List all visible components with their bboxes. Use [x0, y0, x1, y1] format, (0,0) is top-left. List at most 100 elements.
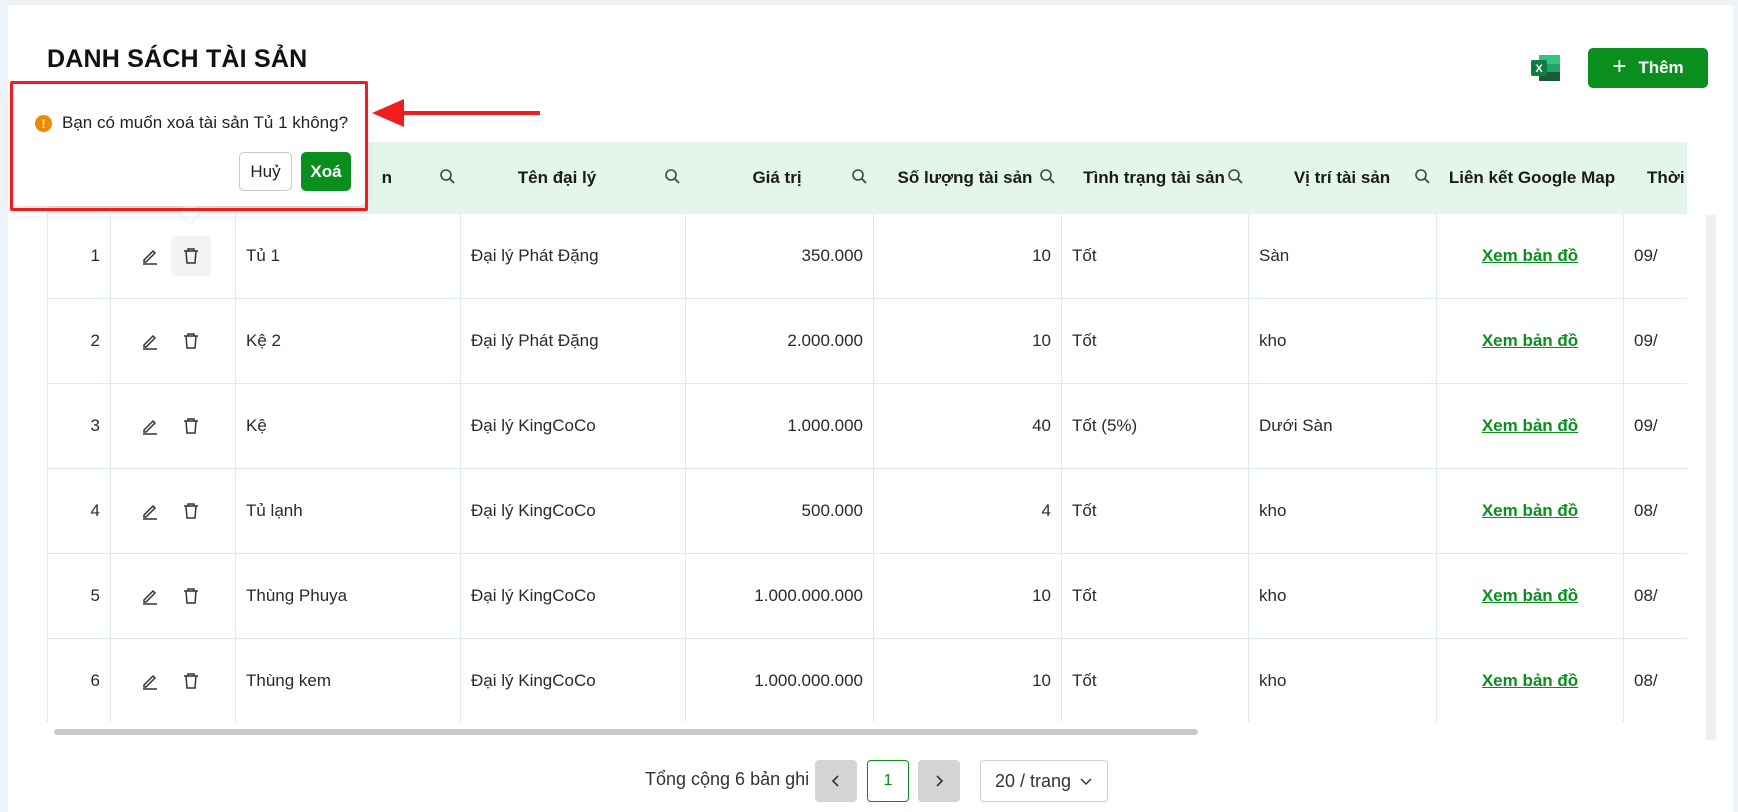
- row-index: 3: [47, 384, 110, 468]
- row-map-cell: Xem bản đồ: [1436, 299, 1623, 383]
- row-status: Tốt: [1061, 214, 1248, 298]
- page-title: DANH SÁCH TÀI SẢN: [47, 45, 308, 73]
- row-map-cell: Xem bản đồ: [1436, 384, 1623, 468]
- row-location: Sàn: [1248, 214, 1436, 298]
- row-index: 6: [47, 639, 110, 722]
- row-status: Tốt: [1061, 554, 1248, 638]
- row-agent-name: Đại lý KingCoCo: [460, 554, 685, 638]
- edit-icon[interactable]: [141, 247, 159, 265]
- row-location: kho: [1248, 299, 1436, 383]
- asset-table: n Tên đại lý Giá trị Số lượng tài sản Tì…: [47, 142, 1687, 722]
- row-quantity: 10: [873, 299, 1061, 383]
- row-agent-name: Đại lý KingCoCo: [460, 384, 685, 468]
- next-page-button[interactable]: [918, 760, 960, 802]
- table-row: 5 Thùng Phuya Đại lý KingCoCo 1.000.000.…: [47, 554, 1687, 639]
- page-number-current[interactable]: 1: [867, 760, 909, 802]
- table-row: 6 Thùng kem Đại lý KingCoCo 1.000.000.00…: [47, 639, 1687, 722]
- header-agent-name: Tên đại lý: [517, 168, 597, 187]
- row-time: 08/: [1623, 469, 1687, 553]
- confirm-delete-button[interactable]: Xoá: [301, 152, 351, 191]
- row-location: kho: [1248, 554, 1436, 638]
- search-icon[interactable]: [1039, 168, 1057, 186]
- row-actions: [110, 469, 235, 553]
- row-location: kho: [1248, 469, 1436, 553]
- trash-icon[interactable]: [182, 672, 200, 690]
- row-actions: [110, 554, 235, 638]
- view-map-link[interactable]: Xem bản đồ: [1482, 246, 1578, 266]
- row-asset-name: Tủ lạnh: [235, 469, 460, 553]
- edit-icon[interactable]: [141, 587, 159, 605]
- table-row: 4 Tủ lạnh Đại lý KingCoCo 500.000 4 Tốt …: [47, 469, 1687, 554]
- row-asset-name: Kệ 2: [235, 299, 460, 383]
- view-map-link[interactable]: Xem bản đồ: [1482, 331, 1578, 351]
- svg-text:X: X: [1535, 63, 1543, 75]
- chevron-down-icon: [1080, 778, 1092, 786]
- add-button-label: Thêm: [1638, 58, 1684, 77]
- trash-icon[interactable]: [182, 247, 200, 265]
- row-status: Tốt (5%): [1061, 384, 1248, 468]
- page-size-select[interactable]: 20 / trang: [980, 760, 1108, 802]
- excel-export-icon[interactable]: X: [1531, 54, 1561, 82]
- edit-icon[interactable]: [141, 417, 159, 435]
- row-location: Dưới Sàn: [1248, 384, 1436, 468]
- row-actions: [110, 639, 235, 722]
- trash-icon[interactable]: [182, 417, 200, 435]
- annotation-arrow-icon: [372, 99, 540, 127]
- page-size-value: 20 / trang: [994, 770, 1072, 791]
- warning-icon: !: [35, 115, 52, 132]
- header-time: Thời gi: [1647, 168, 1687, 187]
- chevron-right-icon: [936, 775, 944, 787]
- header-status: Tình trạng tài sản: [1083, 168, 1225, 187]
- row-asset-name: Tủ 1: [235, 214, 460, 298]
- row-value: 500.000: [685, 469, 873, 553]
- edit-icon[interactable]: [141, 672, 159, 690]
- row-value: 1.000.000.000: [685, 639, 873, 722]
- trash-icon[interactable]: [182, 332, 200, 350]
- row-asset-name: Thùng kem: [235, 639, 460, 722]
- popconfirm-message: Bạn có muốn xoá tài sản Tủ 1 không?: [62, 113, 349, 132]
- table-edge: [1687, 215, 1707, 730]
- view-map-link[interactable]: Xem bản đồ: [1482, 586, 1578, 606]
- row-quantity: 4: [873, 469, 1061, 553]
- edit-icon[interactable]: [141, 332, 159, 350]
- cancel-button[interactable]: Huỷ: [239, 152, 292, 191]
- row-asset-name: Kệ: [235, 384, 460, 468]
- search-icon[interactable]: [1227, 168, 1245, 186]
- header-value: Giá trị: [752, 168, 802, 187]
- view-map-link[interactable]: Xem bản đồ: [1482, 671, 1578, 691]
- row-value: 350.000: [685, 214, 873, 298]
- add-asset-button[interactable]: + Thêm: [1588, 48, 1708, 88]
- prev-page-button[interactable]: [815, 760, 857, 802]
- row-quantity: 10: [873, 214, 1061, 298]
- row-agent-name: Đại lý Phát Đặng: [460, 299, 685, 383]
- view-map-link[interactable]: Xem bản đồ: [1482, 416, 1578, 436]
- view-map-link[interactable]: Xem bản đồ: [1482, 501, 1578, 521]
- row-actions: [110, 384, 235, 468]
- row-value: 1.000.000.000: [685, 554, 873, 638]
- row-status: Tốt: [1061, 469, 1248, 553]
- edit-icon[interactable]: [141, 502, 159, 520]
- row-quantity: 40: [873, 384, 1061, 468]
- row-index: 2: [47, 299, 110, 383]
- trash-icon[interactable]: [182, 587, 200, 605]
- trash-icon[interactable]: [182, 502, 200, 520]
- chevron-left-icon: [831, 775, 839, 787]
- row-time: 09/: [1623, 299, 1687, 383]
- row-quantity: 10: [873, 554, 1061, 638]
- table-row: 2 Kệ 2 Đại lý Phát Đặng 2.000.000 10 Tốt…: [47, 299, 1687, 384]
- search-icon[interactable]: [664, 168, 682, 186]
- horizontal-scrollbar[interactable]: [54, 729, 1198, 735]
- row-time: 08/: [1623, 639, 1687, 722]
- row-value: 2.000.000: [685, 299, 873, 383]
- search-icon[interactable]: [851, 168, 869, 186]
- row-map-cell: Xem bản đồ: [1436, 214, 1623, 298]
- vertical-scrollbar[interactable]: [1706, 215, 1716, 740]
- plus-icon: +: [1612, 53, 1627, 80]
- row-map-cell: Xem bản đồ: [1436, 639, 1623, 722]
- row-status: Tốt: [1061, 299, 1248, 383]
- row-value: 1.000.000: [685, 384, 873, 468]
- search-icon[interactable]: [439, 168, 457, 186]
- row-index: 1: [47, 214, 110, 298]
- search-icon[interactable]: [1414, 168, 1432, 186]
- header-quantity: Số lượng tài sản: [897, 168, 1033, 187]
